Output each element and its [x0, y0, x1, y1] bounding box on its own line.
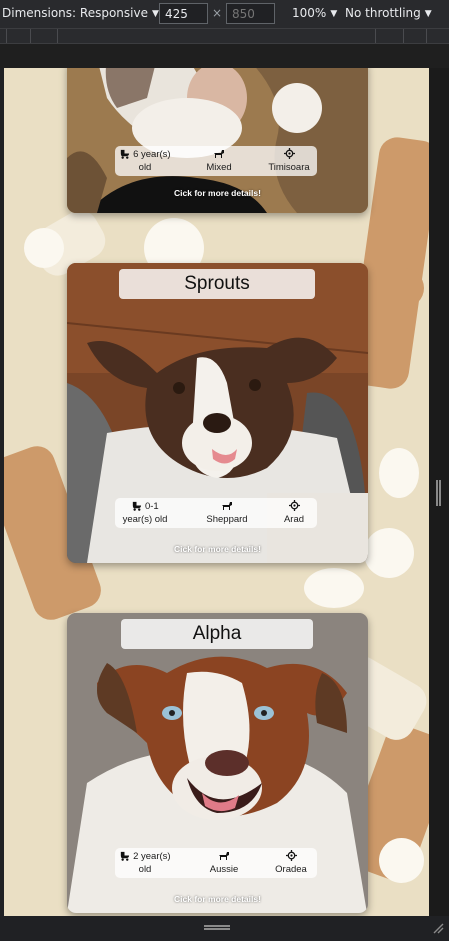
breed-field: Mixed	[189, 148, 249, 174]
times-sign: ×	[212, 6, 223, 20]
page-viewport: 6 year(s) old Mixed Timisoara Cick for m…	[4, 68, 429, 916]
dog-name: Sprouts	[119, 269, 315, 299]
location-target-icon	[283, 148, 295, 160]
width-input[interactable]	[159, 3, 208, 24]
breed-field: Aussie	[199, 850, 249, 876]
age-field: 0-1 year(s) old	[115, 500, 175, 526]
dog-icon	[213, 149, 225, 160]
city-text: Arad	[283, 514, 305, 525]
age-text-line1: 6 year(s)	[133, 149, 171, 160]
breed-field: Sheppard	[189, 500, 265, 526]
age-field: 2 year(s) old	[115, 850, 175, 876]
dimensions-label: Dimensions: Responsive	[2, 6, 148, 20]
city-text: Oradea	[275, 864, 307, 875]
age-text-line2: old	[138, 864, 152, 875]
dog-info-bar: 6 year(s) old Mixed Timisoara	[115, 146, 317, 176]
location-target-icon	[285, 850, 297, 862]
caret-down-icon: ▼	[330, 9, 338, 19]
zoom-label: 100%	[292, 6, 327, 20]
media-query-ruler[interactable]	[0, 28, 449, 44]
stroller-icon	[119, 851, 130, 862]
dog-info-bar: 0-1 year(s) old Sheppard Arad	[115, 498, 317, 528]
dimensions-dropdown[interactable]: Dimensions: Responsive ▼	[2, 6, 159, 20]
more-details-link[interactable]: Cick for more details!	[67, 544, 368, 554]
more-details-link[interactable]: Cick for more details!	[67, 188, 368, 198]
throttling-dropdown[interactable]: No throttling ▼	[345, 6, 432, 20]
city-field: Arad	[270, 500, 318, 526]
dog-icon	[221, 501, 233, 512]
city-field: Oradea	[265, 850, 317, 876]
height-input[interactable]	[226, 3, 275, 24]
resize-handle-right[interactable]	[436, 480, 441, 506]
dog-card[interactable]: 6 year(s) old Mixed Timisoara Cick for m…	[67, 68, 368, 213]
age-field: 6 year(s) old	[115, 148, 175, 174]
breed-text: Sheppard	[206, 514, 248, 525]
caret-down-icon: ▼	[151, 9, 159, 19]
resize-corner-icon[interactable]	[432, 922, 444, 934]
dog-info-bar: 2 year(s) old Aussie Oradea	[115, 848, 317, 878]
breed-text: Aussie	[209, 864, 239, 875]
age-text-line1: 0-1	[144, 501, 159, 512]
stroller-icon	[119, 149, 130, 160]
caret-down-icon: ▼	[424, 9, 432, 19]
viewport-top-gap	[0, 44, 449, 68]
viewport-bottom-bar	[0, 916, 449, 941]
throttling-label: No throttling	[345, 6, 421, 20]
age-text-line1: 2 year(s)	[133, 851, 171, 862]
dog-card[interactable]: Sprouts 0-1 year(s) old Sheppard Arad Ci…	[67, 263, 368, 563]
dog-name: Alpha	[121, 619, 313, 649]
dog-icon	[218, 851, 230, 862]
resize-handle-bottom[interactable]	[204, 925, 230, 930]
dog-card[interactable]: Alpha 2 year(s) old Aussie Oradea Cick f…	[67, 613, 368, 913]
location-target-icon	[288, 500, 300, 512]
devtools-toolbar: Dimensions: Responsive▼ × 100%▼ No throt…	[0, 0, 449, 28]
age-text-line2: old	[138, 162, 152, 173]
breed-text: Mixed	[206, 162, 232, 173]
city-text: Timisoara	[268, 162, 310, 173]
age-text-line2: year(s) old	[122, 514, 168, 525]
stroller-icon	[131, 501, 142, 512]
zoom-dropdown[interactable]: 100% ▼	[292, 6, 337, 20]
more-details-link[interactable]: Cick for more details!	[67, 894, 368, 904]
city-field: Timisoara	[260, 148, 318, 174]
